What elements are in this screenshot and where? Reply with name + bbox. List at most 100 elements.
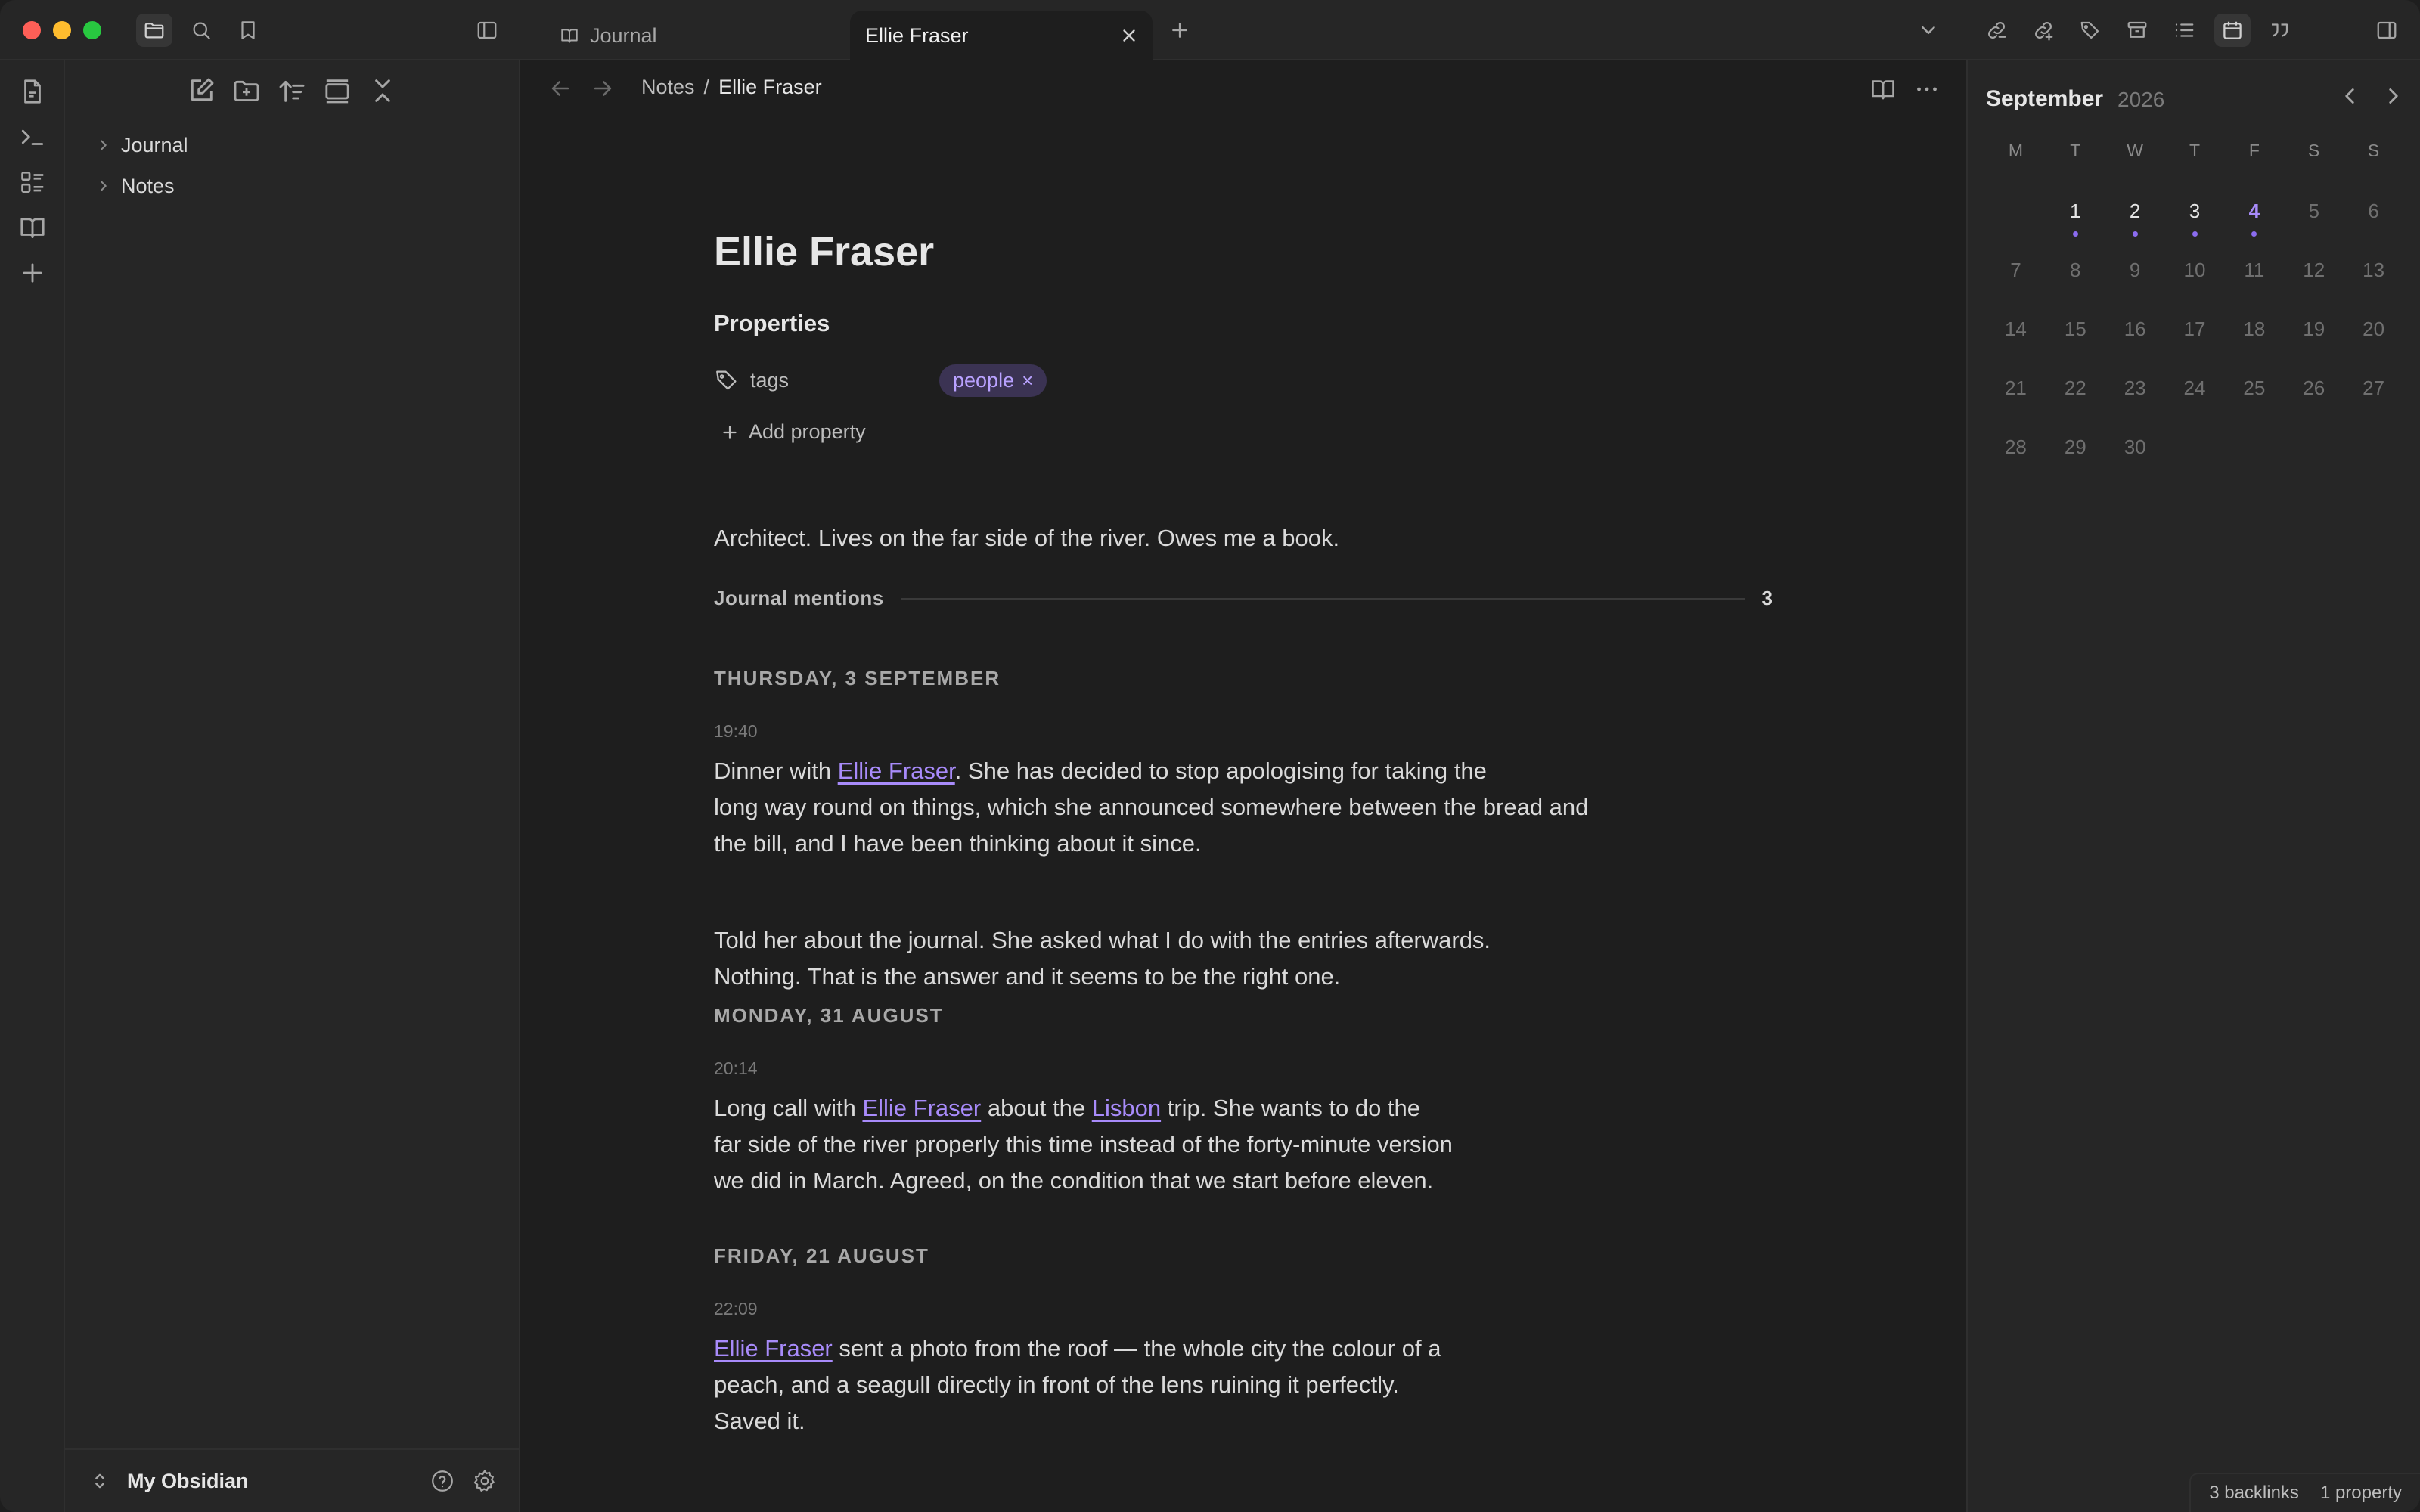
search-tab-button[interactable]: [183, 14, 219, 47]
next-month-icon[interactable]: [2381, 83, 2406, 109]
quotes-panel-button[interactable]: [2261, 14, 2297, 47]
plus-icon: [723, 425, 737, 439]
toggle-left-sidebar-button[interactable]: [469, 14, 505, 47]
tab-ellie-fraser[interactable]: Ellie Fraser: [850, 11, 1153, 60]
search-icon: [193, 22, 210, 39]
calendar-day[interactable]: 25: [2224, 372, 2284, 431]
add-property-button[interactable]: Add property: [720, 420, 866, 444]
calendar-day[interactable]: 2: [2105, 195, 2165, 254]
calendar-day[interactable]: 8: [2046, 254, 2105, 313]
calendar-day[interactable]: 18: [2224, 313, 2284, 372]
calendar-day[interactable]: 15: [2046, 313, 2105, 372]
breadcrumb-current[interactable]: Ellie Fraser: [718, 76, 822, 99]
list-icon: [2175, 23, 2194, 37]
dashboard-icon[interactable]: [18, 168, 47, 197]
entry-dot: [2072, 231, 2078, 237]
calendar-day[interactable]: 20: [2344, 313, 2403, 372]
property-row-tags: tags people ×: [714, 361, 1047, 399]
calendar-day[interactable]: 17: [2165, 313, 2225, 372]
calendar-day[interactable]: 9: [2105, 254, 2165, 313]
calendar-day[interactable]: 11: [2224, 254, 2284, 313]
calendar-day[interactable]: 6: [2344, 195, 2403, 254]
tags-panel-button[interactable]: [2072, 14, 2108, 47]
chevron-down-icon: [1922, 26, 1935, 34]
property-key[interactable]: tags: [750, 369, 939, 392]
calendar-day[interactable]: 10: [2165, 254, 2225, 313]
entry-link-ellie-fraser[interactable]: Ellie Fraser: [862, 1095, 981, 1121]
calendar-day[interactable]: 28: [1986, 431, 2046, 490]
calendar-day[interactable]: 1: [2046, 195, 2105, 254]
calendar-day[interactable]: 30: [2105, 431, 2165, 490]
note-title[interactable]: Ellie Fraser: [714, 231, 934, 272]
calendar-day[interactable]: 27: [2344, 372, 2403, 431]
new-tab-button[interactable]: [1162, 14, 1198, 47]
calendar-day[interactable]: 3: [2165, 195, 2225, 254]
entry-day-heading[interactable]: THURSDAY, 3 SEPTEMBER: [714, 667, 1001, 690]
bookmarks-tab-button[interactable]: [230, 14, 266, 47]
calendar-day[interactable]: 16: [2105, 313, 2165, 372]
entry-link-lisbon[interactable]: Lisbon: [1092, 1095, 1161, 1121]
calendar-empty-cell: [2224, 431, 2284, 490]
outgoing-links-panel-button[interactable]: [2025, 14, 2062, 47]
tag-pill[interactable]: people ×: [939, 364, 1047, 397]
entry-line: long way round on things, which she anno…: [714, 794, 1589, 820]
calendar-day[interactable]: 22: [2046, 372, 2105, 431]
calendar-day[interactable]: 26: [2284, 372, 2344, 431]
reading-view-icon[interactable]: [1869, 76, 1897, 103]
close-window-button[interactable]: [23, 21, 41, 39]
breadcrumb-parent[interactable]: Notes: [641, 76, 695, 99]
calendar-day[interactable]: 7: [1986, 254, 2046, 313]
calendar-day[interactable]: 12: [2284, 254, 2344, 313]
calendar-day[interactable]: 23: [2105, 372, 2165, 431]
zoom-window-button[interactable]: [83, 21, 101, 39]
sort-icon[interactable]: [277, 76, 307, 106]
file-explorer-tab-button[interactable]: [136, 14, 172, 47]
previous-month-icon[interactable]: [2337, 83, 2363, 109]
gear-icon[interactable]: [472, 1468, 498, 1494]
calendar-day[interactable]: 29: [2046, 431, 2105, 490]
entry-link-ellie-fraser[interactable]: Ellie Fraser: [714, 1335, 833, 1362]
calendar-day[interactable]: 5: [2284, 195, 2344, 254]
back-arrow-icon[interactable]: [548, 76, 573, 101]
auto-reveal-icon[interactable]: [322, 76, 352, 106]
outline-panel-button[interactable]: [2166, 14, 2202, 47]
plus-icon[interactable]: [18, 259, 47, 287]
forward-arrow-icon[interactable]: [590, 76, 616, 101]
toggle-right-sidebar-button[interactable]: [2369, 14, 2405, 47]
file-icon[interactable]: [18, 77, 47, 106]
terminal-icon[interactable]: [18, 122, 47, 151]
properties-heading[interactable]: Properties: [714, 310, 830, 337]
help-icon[interactable]: [430, 1468, 455, 1494]
tab-journal[interactable]: Journal: [560, 11, 847, 60]
entry-day-heading[interactable]: FRIDAY, 21 AUGUST: [714, 1244, 929, 1268]
status-properties[interactable]: 1 property: [2320, 1483, 2402, 1504]
entry-paragraph: Told her about the journal. She asked wh…: [714, 922, 1491, 995]
calendar-day[interactable]: 24: [2165, 372, 2225, 431]
tree-folder-journal[interactable]: Journal: [95, 129, 188, 162]
entry-line: far side of the river properly this time…: [714, 1131, 1453, 1157]
calendar-panel-button[interactable]: [2214, 14, 2251, 47]
close-tab-icon[interactable]: [1119, 26, 1139, 45]
status-backlinks[interactable]: 3 backlinks: [2209, 1483, 2299, 1504]
calendar-day[interactable]: 4: [2224, 195, 2284, 254]
tab-label: Ellie Fraser: [865, 23, 969, 47]
book-open-icon[interactable]: [18, 213, 47, 242]
minimize-window-button[interactable]: [53, 21, 71, 39]
backlinks-panel-button[interactable]: [1978, 14, 2015, 47]
archive-panel-button[interactable]: [2119, 14, 2155, 47]
vault-switcher[interactable]: My Obsidian: [65, 1448, 520, 1512]
calendar-day[interactable]: 21: [1986, 372, 2046, 431]
calendar-day[interactable]: 19: [2284, 313, 2344, 372]
new-note-icon[interactable]: [186, 76, 216, 106]
remove-tag-icon[interactable]: ×: [1022, 369, 1033, 392]
tree-folder-notes[interactable]: Notes: [95, 169, 175, 203]
more-options-icon[interactable]: [1913, 76, 1941, 103]
calendar-day[interactable]: 14: [1986, 313, 2046, 372]
entry-link-ellie-fraser[interactable]: Ellie Fraser: [838, 758, 955, 784]
collapse-all-icon[interactable]: [368, 76, 398, 106]
entry-day-heading[interactable]: MONDAY, 31 AUGUST: [714, 1004, 944, 1027]
calendar-day[interactable]: 13: [2344, 254, 2403, 313]
journal-mentions-header[interactable]: Journal mentions 3: [714, 587, 1773, 610]
new-folder-icon[interactable]: [231, 76, 262, 106]
tab-list-button[interactable]: [1910, 14, 1947, 47]
